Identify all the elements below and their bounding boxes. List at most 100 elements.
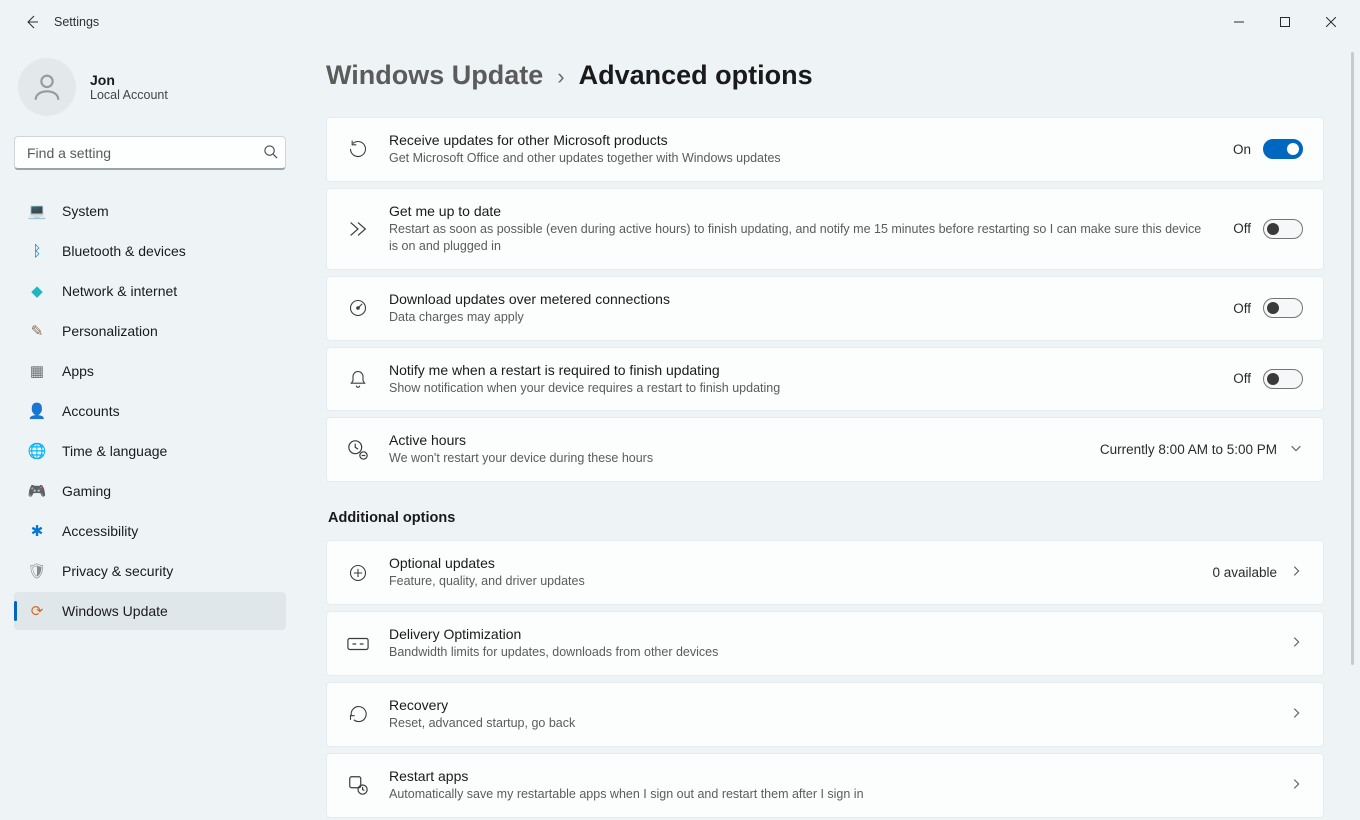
close-button[interactable]	[1308, 6, 1354, 38]
sidebar-item-label: Time & language	[62, 443, 167, 459]
setting-restart-apps[interactable]: Restart appsAutomatically save my restar…	[326, 753, 1324, 818]
chevron-right-icon[interactable]	[1289, 706, 1303, 723]
system-icon: 💻	[28, 202, 46, 220]
main-content: Windows Update › Advanced options Receiv…	[300, 44, 1360, 820]
trail-text: 0 available	[1212, 565, 1277, 580]
sidebar-item-label: System	[62, 203, 109, 219]
user-subtitle: Local Account	[90, 88, 168, 102]
toggle-switch[interactable]	[1263, 219, 1303, 239]
setting-title: Receive updates for other Microsoft prod…	[389, 132, 1213, 148]
sidebar-item-apps[interactable]: ▦ Apps	[14, 352, 286, 390]
sidebar-item-label: Apps	[62, 363, 94, 379]
bluetooth-icon: ᛒ	[28, 242, 46, 260]
search-field[interactable]	[14, 136, 286, 170]
minimize-button[interactable]	[1216, 6, 1262, 38]
chevron-right-icon[interactable]	[1289, 564, 1303, 581]
setting-metered[interactable]: Download updates over metered connection…	[326, 276, 1324, 341]
sidebar-item-accounts[interactable]: 👤 Accounts	[14, 392, 286, 430]
search-input[interactable]	[14, 136, 286, 170]
sidebar-item-label: Bluetooth & devices	[62, 243, 186, 259]
setting-delivery-optimization[interactable]: Delivery OptimizationBandwidth limits fo…	[326, 611, 1324, 676]
toggle-label: Off	[1233, 371, 1251, 386]
chevron-right-icon[interactable]	[1289, 635, 1303, 652]
setting-title: Recovery	[389, 697, 1269, 713]
setting-title: Active hours	[389, 432, 1080, 448]
optional-updates-icon	[347, 563, 369, 583]
other-products-icon	[347, 139, 369, 159]
network-icon: ◆	[28, 282, 46, 300]
scrollbar-thumb[interactable]	[1351, 52, 1354, 665]
sidebar-item-system[interactable]: 💻 System	[14, 192, 286, 230]
sidebar-item-bluetooth[interactable]: ᛒ Bluetooth & devices	[14, 232, 286, 270]
sidebar-item-privacy[interactable]: 🛡 Privacy & security	[14, 552, 286, 590]
additional-options-heading: Additional options	[328, 510, 1324, 526]
avatar	[18, 58, 76, 116]
setting-notify-restart[interactable]: Notify me when a restart is required to …	[326, 347, 1324, 412]
setting-subtitle: Reset, advanced startup, go back	[389, 715, 1269, 732]
privacy-icon: 🛡	[28, 562, 46, 580]
sidebar-item-gaming[interactable]: 🎮 Gaming	[14, 472, 286, 510]
setting-title: Get me up to date	[389, 203, 1213, 219]
recovery-icon	[347, 704, 369, 724]
sidebar-item-label: Windows Update	[62, 603, 168, 619]
toggle-switch[interactable]	[1263, 369, 1303, 389]
titlebar: Settings	[0, 0, 1360, 44]
apps-icon: ▦	[28, 362, 46, 380]
setting-active-hours[interactable]: Active hours We won't restart your device…	[326, 417, 1324, 482]
sidebar-item-label: Accessibility	[62, 523, 138, 539]
setting-title: Optional updates	[389, 555, 1192, 571]
personalization-icon: ✎	[28, 322, 46, 340]
setting-recovery[interactable]: Recovery Reset, advanced startup, go back	[326, 682, 1324, 747]
accessibility-icon: ✱	[28, 522, 46, 540]
maximize-button[interactable]	[1262, 6, 1308, 38]
setting-subtitle: Get Microsoft Office and other updates t…	[389, 150, 1213, 167]
setting-subtitle: Data charges may apply	[389, 309, 1213, 326]
user-account[interactable]: Jon Local Account	[18, 58, 286, 116]
update-icon: ⟳	[28, 602, 46, 620]
setting-optional-updates[interactable]: Optional updates Feature, quality, and dr…	[326, 540, 1324, 605]
sidebar-item-label: Personalization	[62, 323, 158, 339]
toggle-label: On	[1233, 142, 1251, 157]
nav-list: 💻 System ᛒ Bluetooth & devices ◆ Network & in…	[14, 192, 286, 630]
sidebar-item-accessibility[interactable]: ✱ Accessibility	[14, 512, 286, 550]
setting-title: Restart apps	[389, 768, 1269, 784]
sidebar-item-personalization[interactable]: ✎ Personalization	[14, 312, 286, 350]
sidebar-item-label: Gaming	[62, 483, 111, 499]
setting-title: Notify me when a restart is required to …	[389, 362, 1213, 378]
sidebar-item-label: Network & internet	[62, 283, 177, 299]
setting-subtitle: We won't restart your device during thes…	[389, 450, 1080, 467]
toggle-switch[interactable]	[1263, 298, 1303, 318]
toggle-switch[interactable]	[1263, 139, 1303, 159]
back-button[interactable]	[18, 8, 46, 36]
sidebar-item-label: Privacy & security	[62, 563, 173, 579]
setting-subtitle: Show notification when your device requi…	[389, 380, 1213, 397]
scrollbar[interactable]	[1346, 52, 1358, 818]
metered-icon	[347, 298, 369, 318]
sidebar: Jon Local Account 💻 System ᛒ Bluetooth & de…	[0, 44, 300, 820]
page-title: Advanced options	[579, 60, 813, 91]
toggle-label: Off	[1233, 221, 1251, 236]
search-icon[interactable]	[263, 144, 278, 162]
chevron-down-icon[interactable]	[1289, 441, 1303, 458]
setting-subtitle: Feature, quality, and driver updates	[389, 573, 1192, 590]
setting-up-to-date[interactable]: Get me up to date Restart as soon as poss…	[326, 188, 1324, 270]
breadcrumb-separator: ›	[557, 64, 564, 90]
breadcrumb-parent[interactable]: Windows Update	[326, 60, 543, 91]
notify-restart-icon	[347, 369, 369, 389]
setting-title: Download updates over metered connection…	[389, 291, 1213, 307]
window-title: Settings	[54, 15, 99, 29]
sidebar-item-update[interactable]: ⟳ Windows Update	[14, 592, 286, 630]
delivery-optimization-icon	[347, 635, 369, 653]
sidebar-item-network[interactable]: ◆ Network & internet	[14, 272, 286, 310]
sidebar-item-time[interactable]: 🌐Time & language	[14, 432, 286, 470]
setting-subtitle: Restart as soon as possible (even during…	[389, 221, 1213, 255]
setting-other-products[interactable]: Receive updates for other Microsoft prod…	[326, 117, 1324, 182]
expand-value: Currently 8:00 AM to 5:00 PM	[1100, 442, 1277, 457]
restart-apps-icon	[347, 774, 369, 796]
breadcrumb: Windows Update › Advanced options	[326, 60, 1324, 91]
setting-title: Delivery Optimization	[389, 626, 1269, 642]
sidebar-item-label: Accounts	[62, 403, 120, 419]
gaming-icon: 🎮	[28, 482, 46, 500]
chevron-right-icon[interactable]	[1289, 777, 1303, 794]
accounts-icon: 👤	[28, 402, 46, 420]
